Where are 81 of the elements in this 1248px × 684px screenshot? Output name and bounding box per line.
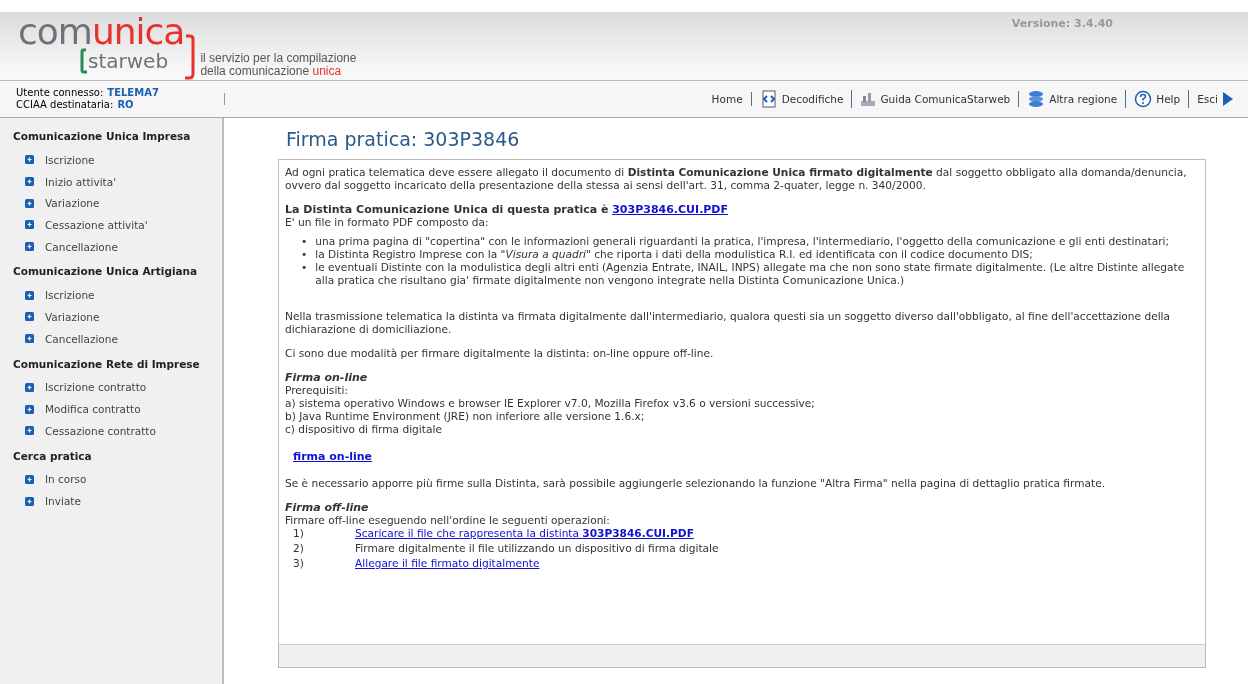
- stack-icon: [1027, 90, 1046, 108]
- list-item: una prima pagina di "copertina" con le informazioni generali riguardanti la pratica, l'impresa, l'intermediario, l'oggetto della comunicazione e gli enti destinatari;: [315, 235, 1170, 248]
- section-heading: Comunicazione Unica Artigiana: [13, 264, 199, 280]
- nav-link[interactable]: Help: [1126, 90, 1190, 108]
- list-item: le eventuali Distinte con la modulistica degli altri enti (Agenzia Entrate, INAIL, INPS) allegate ma che non sono state firmate digitalmente. (Le altre Distinte allegate alla pratica che risultano gia' firmate digitalmente non vengono integrate nella Distinta Comunicazione Unica.): [315, 261, 1186, 287]
- nav-link[interactable]: Decodifiche: [751, 90, 853, 108]
- page-title: Firma pratica: 303P3846: [286, 128, 521, 150]
- field-label: CCIAA destinataria:: [16, 99, 114, 111]
- sidebar-link[interactable]: Cancellazione: [45, 240, 118, 253]
- plus-icon: [25, 155, 34, 165]
- heading: La Distinta Comunicazione Unica di questa pratica è: [285, 203, 610, 216]
- list-item: c) dispositivo di firma digitale: [285, 423, 443, 436]
- nav-link[interactable]: Altra regione: [1019, 90, 1127, 108]
- exit-arrow-icon: [1222, 91, 1234, 107]
- plus-icon: [25, 496, 34, 506]
- plus-icon: [25, 474, 34, 484]
- paragraph: Nella trasmissione telematica la distinta va firmata digitalmente dall'intermediario, qualora questi sia un soggetto diverso dall'obbligato, al fine dell'accettazione della dichiarazione di domiciliazione.: [285, 310, 1172, 336]
- plus-icon: [25, 242, 34, 252]
- plus-icon: [25, 177, 34, 187]
- section-heading: Comunicazione Rete di Imprese: [13, 356, 201, 372]
- section-heading: Firma on-line: [285, 371, 369, 384]
- section-heading: Comunicazione Unica Impresa: [13, 129, 192, 144]
- bullet: •: [301, 235, 308, 248]
- logo-text: starweb: [88, 49, 169, 73]
- step-number: 3): [293, 557, 305, 570]
- sign-online-link[interactable]: firma on-line: [293, 450, 373, 463]
- sidebar-link[interactable]: In corso: [45, 473, 87, 486]
- field-value: TELEMA7: [107, 87, 159, 99]
- sidebar-link[interactable]: Modifica contratto: [45, 403, 141, 416]
- sidebar-link[interactable]: Inizio attivita': [45, 175, 116, 188]
- step-number: 1): [293, 527, 305, 540]
- bullet: •: [301, 261, 308, 275]
- code-document-icon: [759, 90, 778, 108]
- field-value: RO: [117, 99, 134, 111]
- sidebar-link[interactable]: Cancellazione: [45, 332, 118, 345]
- plus-icon: [25, 312, 34, 322]
- sidebar-link[interactable]: Variazione: [45, 197, 100, 210]
- nav-link[interactable]: Guida ComunicaStarweb: [852, 91, 1020, 107]
- plus-icon: [25, 382, 34, 392]
- sidebar-link[interactable]: Iscrizione: [45, 289, 95, 302]
- plus-icon: [25, 426, 34, 436]
- file-link[interactable]: 303P3846.CUI.PDF: [612, 203, 729, 216]
- label: Firmare off-line eseguendo nell'ordine le seguenti operazioni:: [285, 514, 611, 527]
- paragraph: Ad ogni pratica telematica deve essere allegato il documento di Distinta Comunicazione Unica firmato digitalmente dal soggetto obbligato alla domanda/denuncia, ovvero dal soggetto incaricato della presentazione della stessa ai sensi dell'art. 31, comma 2-quater, legge n. 340/2000.: [285, 166, 1188, 192]
- section-heading: Cerca pratica: [13, 448, 93, 464]
- sidebar-link[interactable]: Inviate: [45, 495, 81, 508]
- sidebar-link[interactable]: Variazione: [45, 310, 100, 323]
- sidebar-link[interactable]: Iscrizione: [45, 153, 95, 166]
- logo-text: unica: [91, 11, 185, 52]
- field-label: Utente connesso:: [16, 87, 104, 99]
- section-heading: Firma off-line: [285, 501, 370, 514]
- step-link[interactable]: Scaricare il file che rappresenta la distinta 303P3846.CUI.PDF: [355, 527, 1199, 540]
- plus-icon: [25, 198, 34, 208]
- bracket-icon: [184, 34, 197, 80]
- list-item: a) sistema operativo Windows e browser IE Explorer v7.0, Mozilla Firefox v3.6 o versioni successive;: [285, 397, 816, 410]
- nav-link[interactable]: Esci: [1189, 91, 1242, 107]
- chart-icon: [860, 91, 877, 107]
- plus-icon: [25, 334, 34, 344]
- help-icon: [1134, 90, 1153, 108]
- step-link[interactable]: Allegare il file firmato digitalmente: [355, 557, 1199, 570]
- step-text: Firmare digitalmente il file utilizzando un dispositivo di firma digitale: [355, 542, 720, 555]
- sidebar-link[interactable]: Iscrizione contratto: [45, 381, 147, 394]
- step-number: 2): [293, 542, 305, 555]
- list-item: b) Java Runtime Environment (JRE) non inferiore alle versione 1.6.x;: [285, 410, 646, 423]
- plus-icon: [25, 404, 34, 414]
- plus-icon: [25, 220, 34, 230]
- tagline: della comunicazione unica: [200, 65, 342, 78]
- paragraph: E' un file in formato PDF composto da:: [285, 216, 490, 229]
- bullet: •: [301, 248, 308, 261]
- logo-text: com: [18, 11, 92, 52]
- list-item: la Distinta Registro Imprese con la "Visura a quadri" che riporta i dati della modulistica R.I. ed identificata con il codice documento DIS;: [315, 248, 1033, 261]
- sidebar-link[interactable]: Cessazione attivita': [45, 218, 148, 231]
- nav-link[interactable]: Home: [703, 92, 752, 106]
- label: Prerequisiti:: [285, 384, 349, 397]
- plus-icon: [25, 290, 34, 300]
- paragraph: Ci sono due modalità per firmare digitalmente la distinta: on-line oppure off-line.: [285, 347, 715, 360]
- version-label: Versione: 3.4.40: [1011, 17, 1113, 30]
- sidebar-link[interactable]: Cessazione contratto: [45, 424, 156, 437]
- tagline: il servizio per la compilazione: [200, 52, 357, 65]
- bracket-icon: [80, 48, 88, 74]
- paragraph: Se è necessario apporre più firme sulla Distinta, sarà possibile aggiungerle selezionando la funzione "Altra Firma" nella pagina di dettaglio pratica firmate.: [285, 477, 1107, 490]
